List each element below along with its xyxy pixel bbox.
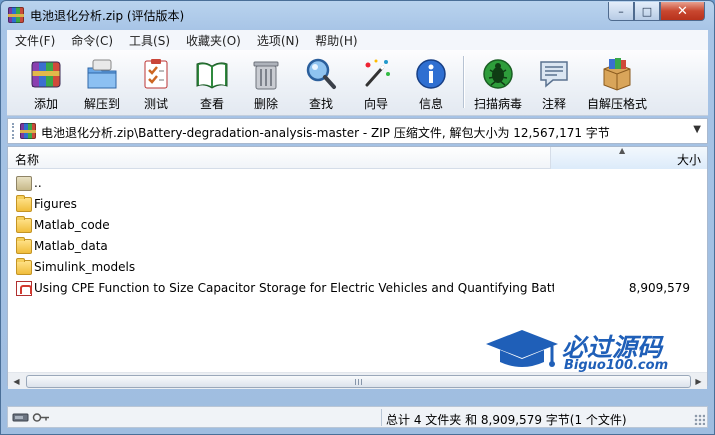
address-bar-grip	[12, 123, 14, 139]
file-name: Figures	[34, 197, 77, 211]
scroll-left-icon[interactable]: ◀	[8, 374, 25, 389]
toolbar: 添加 解压到 测试 查看 删除 查找 向导 信息 扫描病毒 注释 自解压格式	[7, 50, 708, 116]
pdf-file-icon	[16, 281, 32, 296]
find-icon	[306, 58, 336, 89]
list-item-parent[interactable]: ..	[8, 173, 707, 194]
view-icon	[196, 62, 228, 89]
menu-file[interactable]: 文件(F)	[7, 32, 63, 49]
sfx-icon	[603, 58, 631, 91]
close-button[interactable]: ✕	[660, 2, 705, 21]
archive-icon	[20, 123, 36, 139]
address-bar[interactable]: 电池退化分析.zip\Battery-degradation-analysis-…	[7, 118, 708, 144]
sfx-label: 自解压格式	[586, 97, 647, 111]
folder-icon	[16, 258, 32, 275]
list-item[interactable]: Simulink_models	[8, 257, 707, 278]
info-label: 信息	[418, 97, 443, 111]
file-name: Matlab_data	[34, 239, 108, 253]
column-size[interactable]: 大小	[551, 147, 707, 169]
folder-icon	[16, 195, 32, 212]
resize-grip[interactable]	[694, 414, 705, 425]
info-button[interactable]: 信息	[404, 54, 458, 112]
add-archive-icon	[31, 61, 61, 88]
wizard-icon	[365, 59, 390, 87]
scroll-right-icon[interactable]: ▶	[690, 374, 707, 389]
minimize-button[interactable]: –	[608, 2, 634, 21]
extract-to-icon	[87, 59, 117, 89]
watermark: 必过源码 Biguo100.com	[484, 326, 694, 376]
winrar-app-icon[interactable]	[8, 7, 24, 23]
scrollbar-thumb[interactable]	[26, 375, 691, 388]
menu-tools[interactable]: 工具(S)	[121, 32, 178, 49]
sort-arrow-icon: ▲	[619, 146, 626, 155]
test-icon	[144, 59, 168, 89]
list-item[interactable]: Matlab_data	[8, 236, 707, 257]
status-summary: 总计 4 文件夹 和 8,909,579 字节(1 个文件)	[386, 413, 627, 427]
info-icon	[416, 59, 446, 89]
menu-bar: 文件(F) 命令(C) 工具(S) 收藏夹(O) 选项(N) 帮助(H)	[7, 30, 708, 50]
list-item[interactable]: Figures	[8, 194, 707, 215]
title-bar: 电池退化分析.zip (评估版本) – □ ✕	[1, 1, 714, 29]
comment-icon	[540, 61, 568, 88]
column-name[interactable]: 名称	[8, 147, 551, 169]
comment-button[interactable]: 注释	[527, 54, 581, 112]
status-divider	[381, 409, 382, 426]
maximize-button[interactable]: □	[634, 2, 660, 21]
drive-key-icon[interactable]	[12, 411, 52, 424]
chevron-down-icon[interactable]: ▼	[693, 124, 701, 135]
window-title: 电池退化分析.zip (评估版本)	[30, 9, 185, 23]
file-name: Simulink_models	[34, 260, 136, 274]
folder-icon	[16, 237, 32, 254]
delete-icon	[253, 61, 279, 90]
graduation-cap-icon	[486, 330, 558, 367]
status-bar: 总计 4 文件夹 和 8,909,579 字节(1 个文件)	[7, 406, 708, 428]
virus-scan-icon	[483, 59, 513, 89]
menu-favorites[interactable]: 收藏夹(O)	[178, 32, 249, 49]
folder-icon	[16, 216, 32, 233]
file-name: Matlab_code	[34, 218, 110, 232]
list-item[interactable]: Using CPE Function to Size Capacitor Sto…	[8, 278, 707, 299]
menu-help[interactable]: 帮助(H)	[307, 32, 365, 49]
scrollbar-grip	[354, 379, 363, 385]
menu-commands[interactable]: 命令(C)	[63, 32, 121, 49]
file-name: ..	[34, 176, 42, 190]
winrar-window: 电池退化分析.zip (评估版本) – □ ✕ 文件(F) 命令(C) 工具(S…	[0, 0, 715, 435]
list-header: 名称 大小 ▲	[8, 146, 707, 169]
watermark-subtitle: Biguo100.com	[564, 358, 669, 373]
file-size: 8,909,579	[628, 281, 690, 295]
up-folder-icon	[16, 176, 32, 191]
list-item[interactable]: Matlab_code	[8, 215, 707, 236]
archive-path: 电池退化分析.zip\Battery-degradation-analysis-…	[41, 126, 610, 140]
sfx-button[interactable]: 自解压格式	[587, 54, 647, 112]
file-name: Using CPE Function to Size Capacitor Sto…	[34, 281, 554, 295]
menu-options[interactable]: 选项(N)	[249, 32, 307, 49]
